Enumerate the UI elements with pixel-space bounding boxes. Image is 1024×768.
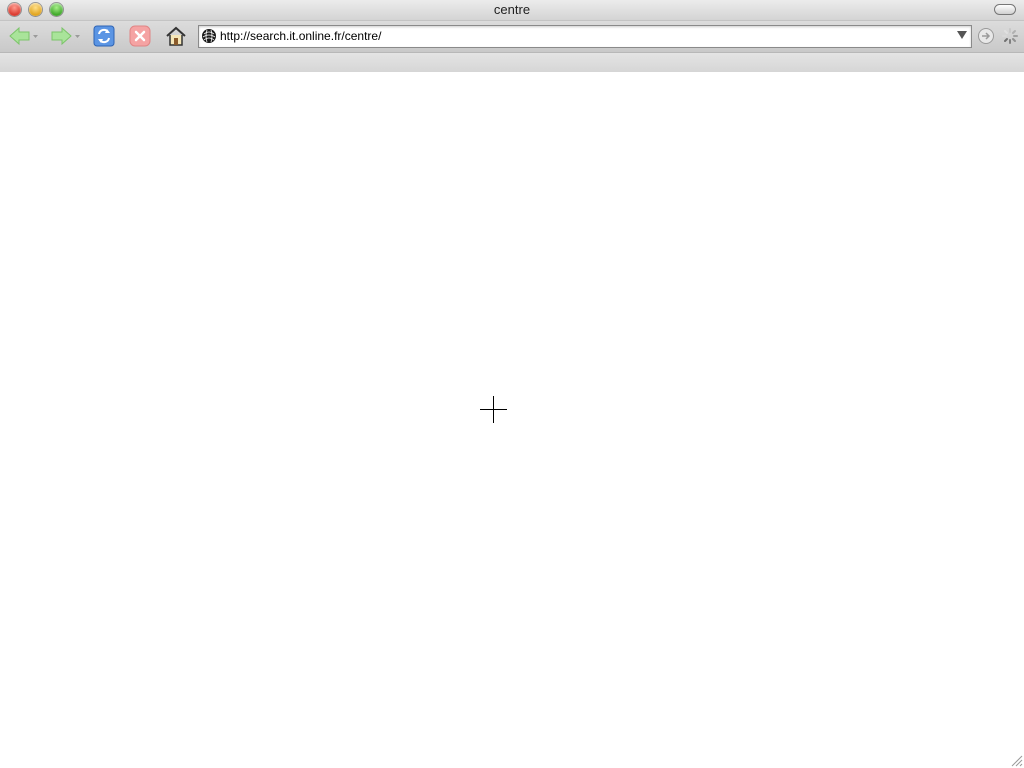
reload-button[interactable] — [92, 24, 116, 48]
title-bar: centre — [0, 0, 1024, 21]
address-bar[interactable]: http://search.it.online.fr/centre/ — [198, 25, 972, 48]
url-text[interactable]: http://search.it.online.fr/centre/ — [220, 29, 381, 43]
page-content[interactable] — [0, 72, 1024, 768]
back-button[interactable] — [6, 24, 40, 48]
reload-icon — [93, 25, 115, 47]
browser-window: centre http://search.it.online.fr/centre… — [0, 0, 1024, 768]
go-button[interactable] — [977, 24, 995, 48]
resize-grip-icon[interactable] — [1010, 754, 1023, 767]
stop-button[interactable] — [128, 24, 152, 48]
address-history-dropdown-icon[interactable] — [957, 31, 967, 39]
home-button[interactable] — [164, 24, 188, 48]
navigation-toolbar: http://search.it.online.fr/centre/ — [0, 21, 1024, 52]
back-arrow-icon — [9, 26, 38, 46]
home-icon — [166, 26, 186, 46]
stop-icon — [129, 25, 151, 47]
site-favicon-icon — [202, 29, 216, 43]
bookmarks-bar — [0, 52, 1024, 73]
forward-arrow-icon — [51, 26, 80, 46]
crosshair-cursor-icon — [480, 396, 507, 423]
loading-spinner-icon — [1002, 28, 1018, 44]
forward-button[interactable] — [48, 24, 82, 48]
window-title: centre — [493, 2, 531, 17]
go-icon — [978, 28, 994, 44]
toolbar-toggle-button[interactable] — [994, 4, 1016, 15]
loading-throbber — [999, 24, 1021, 48]
